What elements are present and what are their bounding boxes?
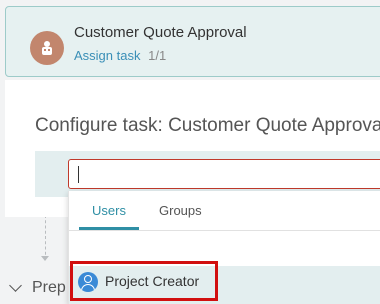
flow-connector-arrow-icon [41, 256, 49, 261]
step-title: Customer Quote Approval [74, 24, 247, 41]
tab-users[interactable]: Users [92, 203, 126, 218]
user-group-icon [30, 31, 64, 65]
dropdown-tabs: Users Groups [69, 191, 380, 231]
selection-highlight [70, 261, 218, 301]
panel-title: Configure task: Customer Quote Approval [35, 115, 380, 136]
section-toggle[interactable]: Prep [0, 272, 70, 304]
step-subtitle: Assign task 1/1 [74, 48, 166, 63]
assign-count: 1/1 [148, 48, 167, 63]
step-card[interactable]: Customer Quote Approval Assign task 1/1 [5, 6, 380, 77]
active-tab-indicator [79, 227, 139, 230]
section-label: Prep [32, 279, 66, 296]
text-caret [78, 166, 79, 183]
flow-connector-line [45, 215, 46, 260]
tab-groups[interactable]: Groups [159, 203, 202, 218]
workflow-canvas: Prep Customer Quote Approval Assign task… [0, 0, 380, 304]
chevron-down-icon [9, 279, 22, 292]
assignee-search-input[interactable] [68, 159, 380, 189]
assign-task-link[interactable]: Assign task [74, 48, 140, 63]
